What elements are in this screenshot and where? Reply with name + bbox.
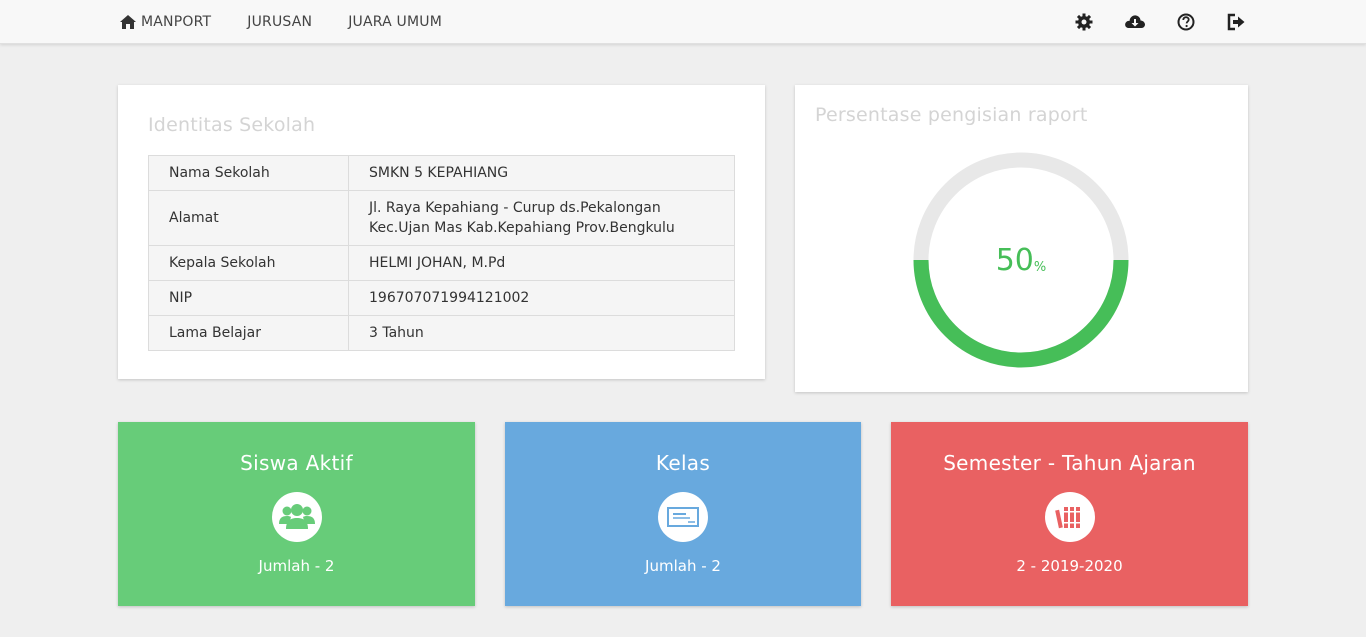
logout-icon[interactable] (1226, 11, 1248, 33)
identity-title: Identitas Sekolah (148, 114, 316, 136)
card-caption: 2 - 2019-2020 (1016, 557, 1123, 575)
top-navbar: MANPORT JURUSAN JUARA UMUM (0, 0, 1366, 44)
row-label: NIP (148, 280, 349, 316)
row-value: 3 Tahun (348, 315, 735, 351)
home-icon (120, 15, 136, 29)
row-value: SMKN 5 KEPAHIANG (348, 155, 735, 191)
active-students-card[interactable]: Siswa Aktif Jumlah - 2 (118, 422, 475, 606)
table-row: Alamat Jl. Raya Kepahiang - Curup ds.Pek… (148, 190, 735, 246)
class-card[interactable]: Kelas Jumlah - 2 (505, 422, 861, 606)
row-value: HELMI JOHAN, M.Pd (348, 245, 735, 281)
table-row: Nama Sekolah SMKN 5 KEPAHIANG (148, 155, 735, 191)
table-row: Lama Belajar 3 Tahun (148, 315, 735, 351)
books-icon (1054, 507, 1080, 529)
classroom-board-icon (667, 507, 699, 527)
card-title: Semester - Tahun Ajaran (943, 451, 1196, 475)
card-icon-circle (658, 492, 708, 542)
table-row: Kepala Sekolah HELMI JOHAN, M.Pd (148, 245, 735, 281)
card-caption: Jumlah - 2 (645, 557, 721, 575)
school-identity-panel: Identitas Sekolah Nama Sekolah SMKN 5 KE… (118, 85, 765, 379)
card-title: Siswa Aktif (240, 451, 353, 475)
progress-number: 50 (995, 242, 1034, 278)
row-value: Jl. Raya Kepahiang - Curup ds.Pekalongan… (348, 190, 735, 246)
cloud-download-icon[interactable] (1124, 11, 1146, 33)
users-group-icon (278, 504, 315, 529)
semester-card[interactable]: Semester - Tahun Ajaran 2 - 2019-2020 (891, 422, 1248, 606)
card-icon-circle (271, 492, 322, 542)
brand-link[interactable]: MANPORT (119, 14, 211, 30)
row-label: Kepala Sekolah (148, 245, 349, 281)
card-title: Kelas (655, 451, 711, 475)
row-label: Nama Sekolah (148, 155, 349, 191)
progress-title: Persentase pengisian raport (815, 104, 1088, 126)
row-label: Lama Belajar (148, 315, 349, 351)
help-circle-icon[interactable] (1175, 11, 1197, 33)
card-caption: Jumlah - 2 (258, 557, 335, 575)
row-label: Alamat (148, 190, 349, 246)
nav-actions (1073, 0, 1248, 44)
progress-gauge: 50 % (908, 147, 1134, 373)
nav-jurusan[interactable]: JURUSAN (247, 14, 312, 30)
progress-unit: % (1033, 259, 1047, 275)
nav-links: MANPORT JURUSAN JUARA UMUM (119, 0, 478, 44)
gauge-value: 50 % (908, 147, 1134, 373)
brand-label: MANPORT (141, 14, 212, 30)
school-identity-table: Nama Sekolah SMKN 5 KEPAHIANG Alamat Jl.… (148, 155, 735, 351)
report-progress-panel: Persentase pengisian raport 50 % (795, 85, 1248, 392)
gear-icon[interactable] (1073, 11, 1095, 33)
nav-juara-umum[interactable]: JUARA UMUM (348, 14, 442, 30)
row-value: 196707071994121002 (348, 280, 735, 316)
card-icon-circle (1044, 492, 1095, 542)
table-row: NIP 196707071994121002 (148, 280, 735, 316)
